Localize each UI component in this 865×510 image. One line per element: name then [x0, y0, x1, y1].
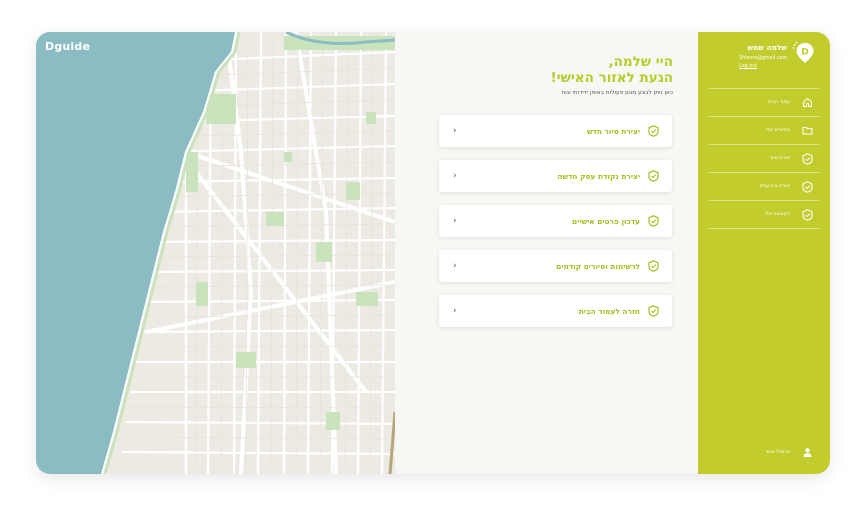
sidebar-item-home[interactable]: עמוד הבית: [709, 88, 819, 116]
greeting-subtitle: כאן ניתן לבצע מגוון פעולות באופן ידידותי…: [561, 90, 673, 96]
menu-item-previous-lists[interactable]: לרשימות וסיורים קודמים ‹: [439, 250, 672, 282]
home-icon: [800, 96, 814, 110]
greeting: היי שלמה, הגעת לאזור האישי! כאן ניתן לבצ…: [413, 54, 673, 96]
greeting-title-line2: הגעת לאזור האישי!: [550, 70, 673, 86]
sidebar-item-label: יצירת סיור: [769, 156, 790, 161]
chevron-left-icon: ‹: [453, 216, 457, 226]
sidebar: D שלמה שמש Shlomo@gmail.com Log out עמוד…: [698, 32, 830, 474]
menu-item-label: עדכון פרטים אישיים: [572, 216, 640, 226]
sidebar-item-label: עמוד הבית: [768, 100, 790, 105]
chevron-left-icon: ‹: [453, 126, 457, 136]
sidebar-item-label: הסיורים שלי: [765, 128, 790, 133]
app-window: Dguide היי שלמה, הגעת לאזור האישי! כאן נ…: [36, 32, 830, 474]
badge-icon: [646, 214, 660, 228]
user-info: שלמה שמש Shlomo@gmail.com Log out: [739, 43, 787, 69]
map-pin-logo-icon[interactable]: D: [792, 40, 814, 64]
badge-icon: [646, 259, 660, 273]
greeting-title: היי שלמה,: [608, 54, 673, 70]
menu-item-back-home[interactable]: חזרה לעמוד הבית ‹: [439, 295, 672, 327]
badge-icon: [800, 152, 814, 166]
badge-icon: [646, 169, 660, 183]
menu-item-label: יצירת סיור חדש: [586, 126, 640, 136]
menu-item-new-business[interactable]: יצירת נקודת עסק חדשה ‹: [439, 160, 672, 192]
chevron-left-icon: ‹: [453, 261, 457, 271]
sidebar-item-my-tours[interactable]: הסיורים שלי: [709, 116, 819, 144]
sidebar-item-profile[interactable]: פרופיל אישי: [709, 445, 819, 459]
chevron-left-icon: ‹: [453, 306, 457, 316]
sidebar-item-create-tour[interactable]: יצירת סיור: [709, 144, 819, 172]
badge-icon: [800, 180, 814, 194]
sidebar-item-my-group[interactable]: הקבוצה שלי: [709, 200, 819, 229]
badge-icon: [646, 304, 660, 318]
user-name: שלמה שמש: [747, 43, 787, 52]
sidebar-nav: עמוד הבית הסיורים שלי יצירת סיור יצירת ב…: [709, 88, 819, 229]
menu-item-new-tour[interactable]: יצירת סיור חדש ‹: [439, 115, 672, 147]
city-map[interactable]: Dguide: [36, 32, 395, 474]
svg-text:D: D: [801, 48, 808, 58]
main-panel: היי שלמה, הגעת לאזור האישי! כאן ניתן לבצ…: [395, 32, 698, 474]
profile-label: פרופיל אישי: [765, 449, 790, 455]
map-drawing: [36, 32, 395, 474]
sidebar-item-label: יצירת בית עסק: [759, 184, 790, 189]
badge-icon: [646, 124, 660, 138]
logout-link[interactable]: Log out: [739, 64, 787, 69]
menu-item-update-details[interactable]: עדכון פרטים אישיים ‹: [439, 205, 672, 237]
sidebar-item-label: הקבוצה שלי: [764, 212, 790, 217]
badge-icon: [800, 208, 814, 222]
sidebar-item-create-business[interactable]: יצירת בית עסק: [709, 172, 819, 200]
folder-icon: [800, 124, 814, 138]
chevron-left-icon: ‹: [453, 171, 457, 181]
menu-item-label: יצירת נקודת עסק חדשה: [557, 171, 640, 181]
user-icon: [800, 445, 814, 459]
menu-item-label: חזרה לעמוד הבית: [578, 306, 640, 316]
user-email: Shlomo@gmail.com: [739, 56, 787, 61]
brand-logo[interactable]: Dguide: [45, 40, 90, 53]
menu-item-label: לרשימות וסיורים קודמים: [556, 261, 640, 271]
